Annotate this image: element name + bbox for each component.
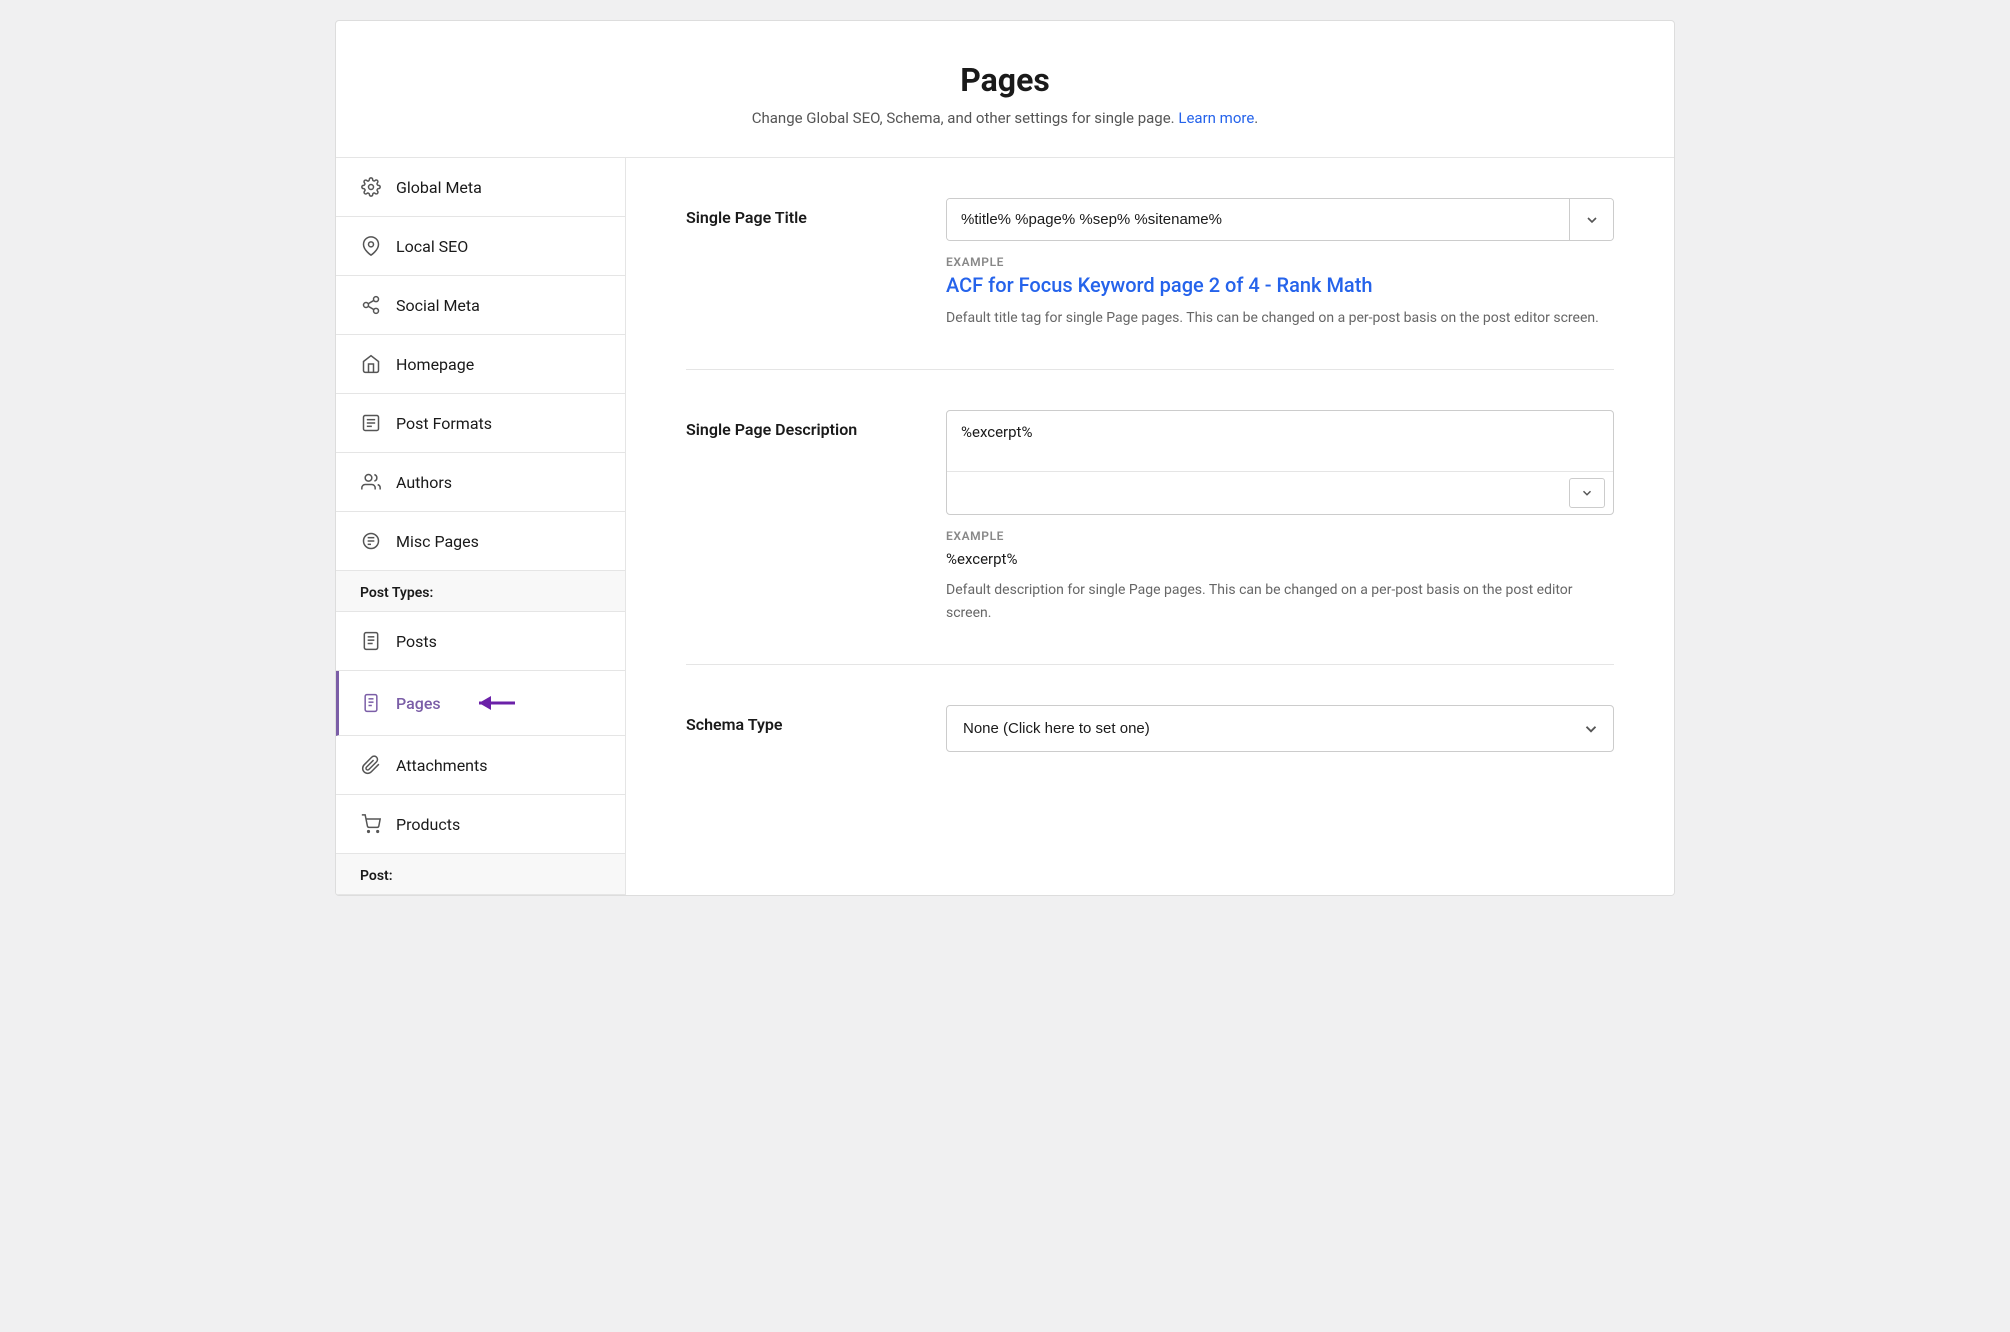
cart-icon [360,813,382,835]
schema-type-section: Schema Type None (Click here to set one)… [686,665,1614,792]
sidebar-label-misc-pages: Misc Pages [396,532,479,551]
sidebar-item-products[interactable]: Products [336,795,625,854]
sidebar-label-global-meta: Global Meta [396,178,482,197]
sidebar-item-attachments[interactable]: Attachments [336,736,625,795]
sidebar-item-posts[interactable]: Posts [336,612,625,671]
description-example-label: EXAMPLE [946,529,1614,543]
sidebar-label-posts: Posts [396,632,437,651]
gear-icon [360,176,382,198]
sidebar-item-authors[interactable]: Authors [336,453,625,512]
title-input-wrapper [946,198,1614,241]
sidebar-label-pages: Pages [396,694,441,713]
pin-icon [360,235,382,257]
description-example-value: %excerpt% [946,547,1614,571]
learn-more-link[interactable]: Learn more [1178,109,1254,127]
people-icon [360,471,382,493]
single-page-title-section: Single Page Title EXAMPLE [686,158,1614,370]
doc-lines-icon [360,630,382,652]
single-page-title-row: Single Page Title EXAMPLE [686,198,1614,329]
title-example-description: Default title tag for single Page pages.… [946,307,1614,329]
single-page-title-label: Single Page Title [686,198,906,227]
page-subtitle: Change Global SEO, Schema, and other set… [356,109,1654,127]
sidebar-item-homepage[interactable]: Homepage [336,335,625,394]
single-page-description-label: Single Page Description [686,410,906,439]
sidebar-item-global-meta[interactable]: Global Meta [336,158,625,217]
description-textarea-wrapper [946,410,1614,515]
sidebar-label-post-formats: Post Formats [396,414,492,433]
single-page-description-textarea[interactable] [947,411,1613,471]
phone-doc-icon [360,692,382,714]
schema-type-label: Schema Type [686,705,906,734]
sidebar-item-local-seo[interactable]: Local SEO [336,217,625,276]
paperclip-icon [360,754,382,776]
title-dropdown-button[interactable] [1569,199,1613,240]
page-header: Pages Change Global SEO, Schema, and oth… [336,21,1674,158]
arrow-indicator [471,689,515,717]
sidebar-label-social-meta: Social Meta [396,296,480,315]
single-page-description-control: EXAMPLE %excerpt% Default description fo… [946,410,1614,624]
sidebar-label-attachments: Attachments [396,756,488,775]
schema-type-row: Schema Type None (Click here to set one)… [686,705,1614,752]
sidebar-item-misc-pages[interactable]: Misc Pages [336,512,625,571]
home-icon [360,353,382,375]
title-example-value: ACF for Focus Keyword page 2 of 4 - Rank… [946,273,1614,297]
sidebar: Global Meta Local SEO [336,158,626,895]
share-icon [360,294,382,316]
single-page-title-input[interactable] [947,199,1569,240]
circle-doc-icon [360,530,382,552]
single-page-description-section: Single Page Description [686,370,1614,665]
content-area: Single Page Title EXAMPLE [626,158,1674,895]
title-example-label: EXAMPLE [946,255,1614,269]
sidebar-label-homepage: Homepage [396,355,474,374]
description-example-description: Default description for single Page page… [946,579,1614,624]
main-layout: Global Meta Local SEO [336,158,1674,895]
sidebar-label-local-seo: Local SEO [396,237,468,256]
sidebar-label-products: Products [396,815,460,834]
page-title: Pages [356,61,1654,99]
schema-type-select[interactable]: None (Click here to set one) Article Blo… [946,705,1614,752]
single-page-description-row: Single Page Description [686,410,1614,624]
doc-icon [360,412,382,434]
sidebar-label-authors: Authors [396,473,452,492]
sidebar-item-pages[interactable]: Pages [336,671,625,736]
schema-type-control: None (Click here to set one) Article Blo… [946,705,1614,752]
textarea-footer [947,471,1613,514]
sidebar-item-social-meta[interactable]: Social Meta [336,276,625,335]
single-page-title-control: EXAMPLE ACF for Focus Keyword page 2 of … [946,198,1614,329]
post-section-header: Post: [336,854,625,895]
post-types-section-header: Post Types: [336,571,625,612]
sidebar-item-post-formats[interactable]: Post Formats [336,394,625,453]
textarea-dropdown-button[interactable] [1569,478,1605,508]
schema-select-wrapper: None (Click here to set one) Article Blo… [946,705,1614,752]
